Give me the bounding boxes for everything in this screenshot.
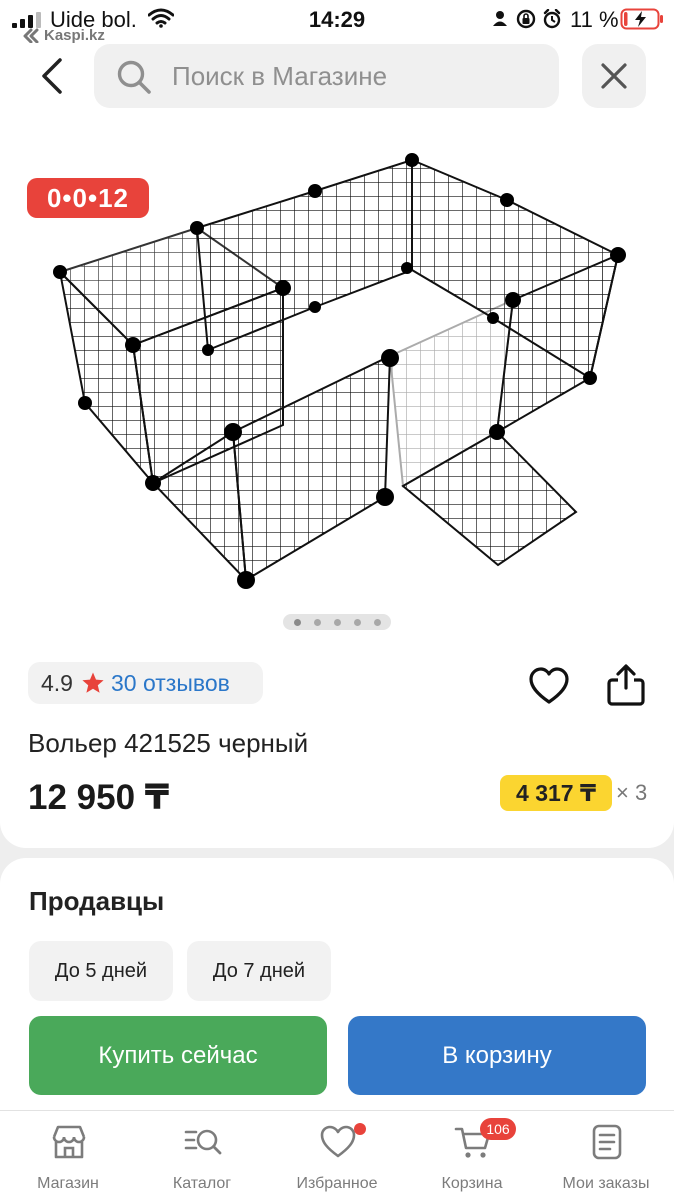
tab-favorites-label: Избранное xyxy=(296,1175,378,1192)
product-card: Uide bol. Kaspi.kz 14:29 11 % Поиск в Ма… xyxy=(0,0,674,848)
sellers-title: Продавцы xyxy=(29,886,165,916)
alarm-icon xyxy=(543,9,561,29)
status-bar: Uide bol. Kaspi.kz 14:29 11 % xyxy=(0,0,674,44)
back-to-app-label[interactable]: Kaspi.kz xyxy=(44,27,105,44)
pager-dot[interactable] xyxy=(313,618,321,626)
orders-icon xyxy=(592,1124,622,1160)
back-to-app-icon[interactable] xyxy=(22,27,40,43)
reviews-link[interactable]: 30 отзывов xyxy=(111,670,230,697)
tab-store-label: Магазин xyxy=(37,1175,99,1192)
signal-icon xyxy=(12,12,41,28)
store-icon xyxy=(52,1125,86,1159)
delivery-option-5-days[interactable]: До 5 дней xyxy=(29,941,173,1001)
add-to-cart-button[interactable]: В корзину xyxy=(348,1016,646,1095)
product-price: 12 950 ₸ xyxy=(28,778,170,817)
bottom-tab-bar: Магазин Каталог Избранное 106 Корзина Мо… xyxy=(0,1110,674,1200)
back-button[interactable] xyxy=(30,54,72,98)
favorite-heart-icon[interactable] xyxy=(528,666,570,706)
tab-favorites[interactable]: Избранное xyxy=(272,1111,402,1200)
wifi-icon xyxy=(148,8,174,28)
star-icon xyxy=(82,672,104,693)
tab-cart[interactable]: 106 Корзина xyxy=(407,1111,537,1200)
catalog-search-icon xyxy=(184,1129,222,1155)
image-pager[interactable] xyxy=(283,614,391,630)
rotation-lock-icon xyxy=(516,9,536,29)
tab-cart-label: Корзина xyxy=(441,1175,503,1192)
tab-my-orders-label: Мои заказы xyxy=(562,1175,650,1192)
sellers-card: Продавцы До 5 дней До 7 дней Купить сейч… xyxy=(0,858,674,1118)
chevron-left-icon xyxy=(42,58,62,94)
share-icon[interactable] xyxy=(606,664,646,706)
pager-dot[interactable] xyxy=(333,618,341,626)
product-title: Вольер 421525 черный xyxy=(28,728,309,758)
tab-catalog-label: Каталог xyxy=(172,1175,232,1192)
delivery-option-7-days[interactable]: До 7 дней xyxy=(187,941,331,1001)
search-placeholder: Поиск в Магазине xyxy=(172,61,388,91)
tab-store[interactable]: Магазин xyxy=(3,1111,133,1200)
installment-price-badge[interactable]: 4 317 ₸ xyxy=(500,775,612,811)
person-icon xyxy=(493,11,507,26)
sale-timer-badge: 0•0•12 xyxy=(27,178,149,218)
rating-value: 4.9 xyxy=(41,669,73,696)
clear-search-button[interactable] xyxy=(582,44,646,108)
heart-icon xyxy=(320,1125,356,1158)
buy-now-button[interactable]: Купить сейчас xyxy=(29,1016,327,1095)
pager-dot[interactable] xyxy=(353,618,361,626)
cart-count-badge: 106 xyxy=(480,1118,516,1140)
favorites-notification-dot xyxy=(354,1123,366,1135)
search-icon xyxy=(117,60,151,94)
battery-charging-icon xyxy=(620,8,663,30)
close-icon xyxy=(601,63,627,89)
clock: 14:29 xyxy=(308,7,366,32)
installment-months: × 3 xyxy=(616,780,648,805)
status-icons xyxy=(493,9,561,29)
tab-my-orders[interactable]: Мои заказы xyxy=(541,1111,671,1200)
tab-catalog[interactable]: Каталог xyxy=(137,1111,267,1200)
search-input[interactable]: Поиск в Магазине xyxy=(94,44,559,108)
rating-reviews-button[interactable]: 4.9 30 отзывов xyxy=(28,662,263,704)
battery-percent: 11 % xyxy=(570,7,619,32)
pager-dot[interactable] xyxy=(373,618,381,626)
pager-dot[interactable] xyxy=(293,618,301,626)
